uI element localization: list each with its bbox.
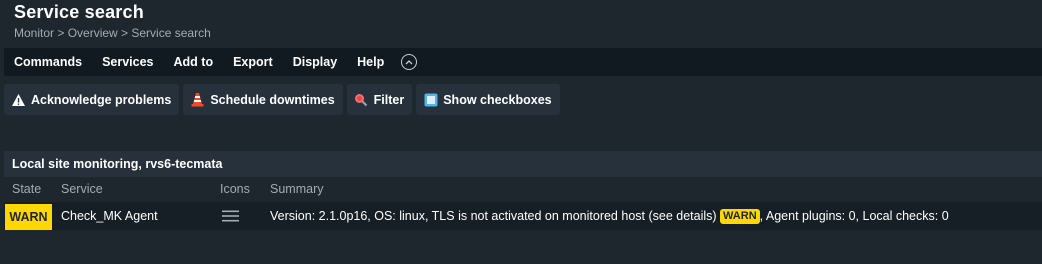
breadcrumb[interactable]: Monitor > Overview > Service search	[14, 26, 211, 40]
page: Service search Monitor > Overview > Serv…	[0, 0, 1042, 264]
menu-export[interactable]: Export	[223, 48, 283, 76]
menu-commands[interactable]: Commands	[4, 48, 92, 76]
menu-services[interactable]: Services	[92, 48, 163, 76]
state-badge: WARN	[5, 204, 52, 230]
summary-text-before: Version: 2.1.0p16, OS: linux, TLS is not…	[270, 209, 717, 223]
schedule-downtimes-button[interactable]: Schedule downtimes	[183, 84, 343, 115]
column-service[interactable]: Service	[61, 182, 103, 196]
acknowledge-problems-button[interactable]: Acknowledge problems	[4, 84, 180, 115]
summary-warn-badge: WARN	[720, 209, 760, 224]
filter-icon	[354, 92, 369, 107]
menu-help[interactable]: Help	[347, 48, 394, 76]
toolbar: Acknowledge problems Schedule downtimes	[4, 84, 560, 115]
checkbox-icon	[423, 92, 438, 107]
traffic-cone-icon	[190, 92, 205, 107]
site-group-header: Local site monitoring, rvs6-tecmata	[4, 151, 1042, 177]
menu-display[interactable]: Display	[283, 48, 347, 76]
page-title: Service search	[14, 2, 144, 22]
collapse-menu-icon[interactable]	[401, 54, 418, 70]
show-checkboxes-button[interactable]: Show checkboxes	[416, 84, 560, 115]
menu-bar: Commands Services Add to Export Display …	[4, 48, 1042, 76]
acknowledge-problems-label: Acknowledge problems	[31, 92, 172, 107]
hamburger-menu-icon[interactable]	[222, 210, 239, 225]
menu-add-to[interactable]: Add to	[164, 48, 224, 76]
column-state[interactable]: State	[12, 182, 41, 196]
column-icons[interactable]: Icons	[220, 182, 250, 196]
show-checkboxes-label: Show checkboxes	[443, 92, 552, 107]
summary-text-after: , Agent plugins: 0, Local checks: 0	[759, 209, 949, 223]
column-summary[interactable]: Summary	[270, 182, 323, 196]
service-name-link[interactable]: Check_MK Agent	[61, 209, 158, 223]
schedule-downtimes-label: Schedule downtimes	[210, 92, 335, 107]
service-summary: Version: 2.1.0p16, OS: linux, TLS is not…	[270, 209, 949, 224]
table-header: State Service Icons Summary	[4, 177, 1042, 201]
filter-button[interactable]: Filter	[346, 84, 413, 115]
table-row: WARN Check_MK Agent Version: 2.1.0p16, O…	[4, 202, 1042, 230]
warning-icon	[11, 92, 26, 107]
filter-label: Filter	[373, 92, 405, 107]
